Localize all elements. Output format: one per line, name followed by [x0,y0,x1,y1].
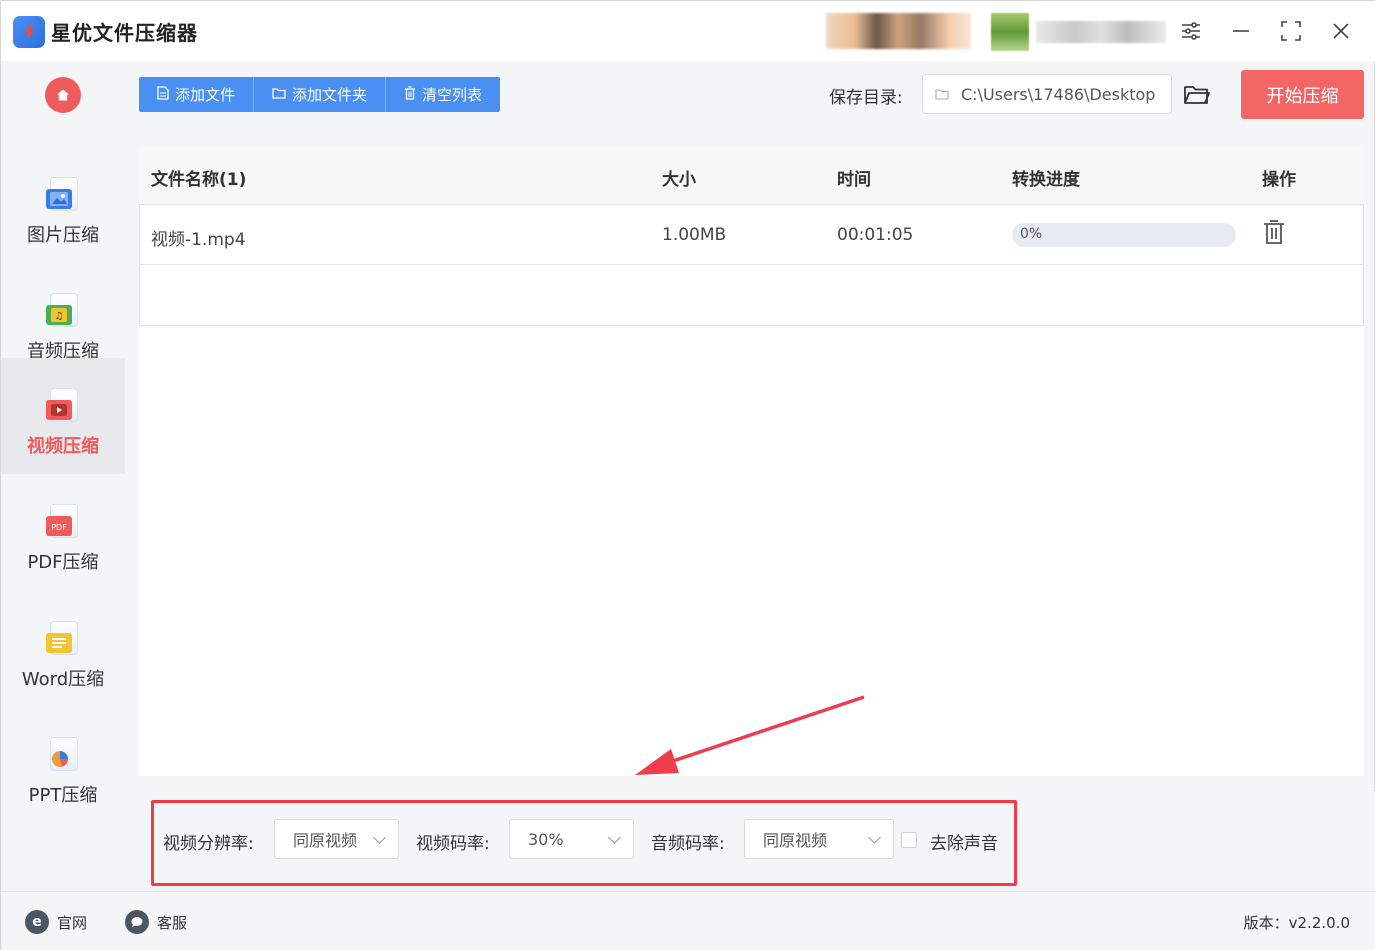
remove-audio-label: 去除声音 [930,834,998,854]
website-link[interactable]: e 官网 [25,910,87,934]
col-name: 文件名称(1) [151,170,247,190]
sidebar: 图片压缩 ♫ 音频压缩 视频压缩 PDF PDF压缩 Word压缩 PPT压缩 [1,61,125,891]
audio-bitrate-label: 音频码率: [651,834,725,854]
remove-audio-checkbox[interactable] [901,832,917,848]
word-icon [46,621,80,659]
svg-text:♫: ♫ [55,311,64,322]
save-dir-field[interactable]: C:\Users\17486\Desktop [922,74,1172,114]
video-bitrate-label: 视频码率: [416,834,490,854]
browse-folder-icon[interactable] [1183,81,1211,109]
save-dir-label: 保存目录: [829,88,903,108]
file-duration: 00:01:05 [837,225,914,245]
file-size: 1.00MB [662,225,727,245]
annotation-arrow [635,695,865,775]
audio-bitrate-select[interactable]: 同原视频 [744,819,894,859]
add-folder-button[interactable]: 添加文件夹 [254,77,387,112]
table-row[interactable]: 视频-1.mp4 1.00MB 00:01:05 0% [139,205,1364,265]
file-icon [157,85,169,104]
music-icon: ♫ [46,293,80,331]
video-bitrate-select[interactable]: 30% [509,819,634,859]
home-icon[interactable] [45,77,81,113]
folder-icon [272,87,286,103]
chat-icon [125,910,149,934]
resolution-select[interactable]: 同原视频 [274,819,399,859]
table-header: 文件名称(1) 大小 时间 转换进度 操作 [139,146,1364,205]
sidebar-item-video[interactable]: 视频压缩 [1,358,125,474]
pdf-icon: PDF [46,504,80,542]
save-dir-value: C:\Users\17486\Desktop [961,84,1156,104]
trash-icon [404,85,416,104]
col-action: 操作 [1262,170,1296,190]
ppt-icon [46,737,80,775]
col-size: 大小 [662,170,696,190]
col-time: 时间 [837,170,871,190]
col-progress: 转换进度 [1012,170,1080,190]
account-info-blurred [1036,21,1166,43]
chevron-down-icon [608,831,621,844]
resolution-label: 视频分辨率: [163,834,254,854]
add-file-button[interactable]: 添加文件 [139,77,255,112]
settings-sliders-icon[interactable] [1177,17,1205,45]
close-icon[interactable] [1327,17,1355,45]
title-bar: 星优文件压缩器 [1,1,1375,61]
user-info-blurred [826,13,971,49]
sidebar-item-pdf[interactable]: PDF PDF压缩 [1,474,125,590]
chevron-down-icon [868,831,881,844]
clear-list-button[interactable]: 清空列表 [386,77,500,112]
avatar[interactable] [991,13,1029,51]
browser-e-icon: e [25,910,49,934]
sidebar-item-ppt[interactable]: PPT压缩 [1,707,125,823]
sidebar-item-image[interactable]: 图片压缩 [1,147,125,263]
chevron-down-icon [373,831,386,844]
file-table: 文件名称(1) 大小 时间 转换进度 操作 视频-1.mp4 1.00MB 00… [139,146,1364,776]
app-title: 星优文件压缩器 [51,21,198,45]
file-name: 视频-1.mp4 [151,230,246,250]
start-compress-button[interactable]: 开始压缩 [1241,70,1364,119]
service-link[interactable]: 客服 [125,910,187,934]
version-text: 版本：v2.2.0.0 [1243,914,1350,932]
svg-text:PDF: PDF [51,523,67,532]
progress-text: 0% [1020,226,1043,242]
app-window: 星优文件压缩器 图片压缩 ♫ 音频压缩 视频压缩 PDF PDF压缩 Word压… [0,0,1375,950]
delete-icon[interactable] [1262,219,1286,247]
folder-small-icon [935,88,949,100]
app-logo-icon [13,16,45,48]
sidebar-item-word[interactable]: Word压缩 [1,591,125,707]
image-icon [46,177,80,215]
progress-bar: 0% [1012,223,1236,247]
maximize-icon[interactable] [1277,17,1305,45]
file-button-group: 添加文件 添加文件夹 清空列表 [139,77,501,112]
minimize-icon[interactable] [1227,17,1255,45]
footer: e 官网 客服 版本：v2.2.0.0 [1,891,1375,950]
video-icon [46,388,80,426]
